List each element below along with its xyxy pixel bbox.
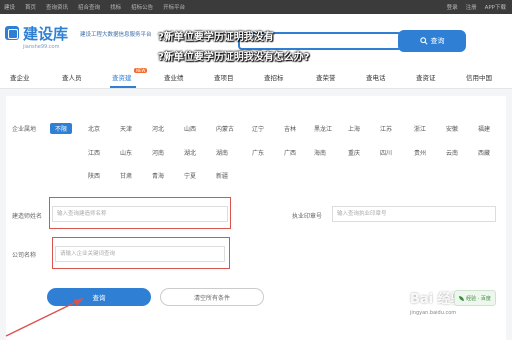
top-bar-right: 登录 注册 APP下载 [447,3,506,11]
region-option[interactable]: 重庆 [348,148,360,157]
constructor-name-label: 建造师姓名 [12,213,43,220]
query-button[interactable]: 查询 [47,288,151,306]
region-option[interactable]: 陕西 [88,171,100,180]
region-option[interactable]: 上海 [348,124,360,133]
region-option[interactable]: 山东 [120,148,132,157]
tab-company[interactable]: 查企业 [10,72,30,82]
login-link[interactable]: 登录 [447,3,458,11]
region-option[interactable]: 河南 [152,148,164,157]
top-nav-item[interactable]: 开标平台 [163,3,185,11]
region-option[interactable]: 湖南 [216,148,228,157]
region-option[interactable]: 北京 [88,124,100,133]
search-icon [419,37,428,45]
region-option[interactable]: 新疆 [216,171,228,180]
seal-number-input[interactable]: 输入查询执业印章号 [332,206,496,222]
top-nav-item[interactable]: 招标公告 [131,3,153,11]
tab-performance[interactable]: 查业绩 [164,72,184,82]
watermark-badge-label: 经验 · 百度 [466,295,491,302]
tab-tender[interactable]: 查招标 [264,72,284,82]
region-option[interactable]: 海南 [314,148,326,157]
clear-conditions-button[interactable]: 清空所有条件 [160,288,264,306]
region-option[interactable]: 浙江 [414,124,426,133]
top-nav-item[interactable]: 首页 [25,3,36,11]
top-nav: 建设 首页 查询资讯 招合查询 找标 招标公告 开标平台 [4,3,185,11]
highlight-box [52,237,230,269]
region-option[interactable]: 宁夏 [184,171,196,180]
region-option[interactable]: 山西 [184,124,196,133]
watermark-badge: 经验 · 百度 [454,290,496,306]
region-option[interactable]: 不限 [50,123,73,134]
active-tab-indicator [110,86,136,88]
region-option[interactable]: 福建 [478,124,490,133]
seal-number-label: 执业印章号 [292,213,323,220]
region-option[interactable]: 天津 [120,124,132,133]
watermark: Bai 经验 经验 · 百度 jingyan.baidu.com [396,286,508,322]
tab-constructor[interactable]: 查资建 [112,72,132,82]
logo-subtitle: jianshe99.com [23,44,60,50]
region-option[interactable]: 内蒙古 [216,124,234,133]
register-link[interactable]: 注册 [466,3,477,11]
tab-credit-china[interactable]: 信用中国 [466,72,492,82]
tab-personnel[interactable]: 查人员 [62,72,82,82]
region-option[interactable]: 广东 [252,148,264,157]
region-label: 企业属地 [12,126,37,133]
logo-text: 建设库 [23,25,69,43]
watermark-url: jingyan.baidu.com [410,310,457,316]
tab-certificate[interactable]: 查资证 [416,72,436,82]
region-option[interactable]: 西藏 [478,148,490,157]
tab-project[interactable]: 查项目 [214,72,234,82]
company-name-label: 公司名称 [12,252,37,259]
header-search-label: 查询 [430,37,445,45]
region-option[interactable]: 江西 [88,148,100,157]
region-option[interactable]: 河北 [152,124,164,133]
highlight-box [49,197,231,229]
top-nav-item[interactable]: 招合查询 [78,3,100,11]
region-option[interactable]: 黑龙江 [314,124,332,133]
top-nav-item[interactable]: 建设 [4,3,15,11]
header-search-button[interactable]: 查询 [398,30,466,52]
tab-phone[interactable]: 查电话 [366,72,386,82]
new-badge: NEW [134,68,148,73]
top-nav-item[interactable]: 找标 [110,3,121,11]
region-option[interactable]: 青海 [152,171,164,180]
category-nav: 查企业 查人员 查资建 NEW 查业绩 查项目 查招标 查荣誉 查电话 查资证 … [0,66,512,89]
tab-honor[interactable]: 查荣誉 [316,72,336,82]
logo[interactable]: 建设库 jianshe99.com [5,22,125,54]
region-option[interactable]: 广西 [284,148,296,157]
region-option[interactable]: 吉林 [284,124,296,133]
region-option[interactable]: 辽宁 [252,124,264,133]
logo-icon [5,26,19,40]
leaf-icon [459,295,465,301]
region-option[interactable]: 江苏 [380,124,392,133]
region-option[interactable]: 湖北 [184,148,196,157]
region-option[interactable]: 云南 [446,148,458,157]
region-option[interactable]: 甘肃 [120,171,132,180]
top-bar: 建设 首页 查询资讯 招合查询 找标 招标公告 开标平台 登录 注册 APP下载 [0,0,512,14]
app-download-link[interactable]: APP下载 [485,3,506,11]
overlay-title-line1: ?新单位要学历证明我没有 [158,32,274,43]
region-option[interactable]: 安徽 [446,124,458,133]
region-option[interactable]: 贵州 [414,148,426,157]
overlay-title-line2: ?新单位要学历证明我没有怎么办? [158,52,310,63]
top-nav-item[interactable]: 查询资讯 [46,3,68,11]
slogan: 建设工程大数据信息服务平台 [80,32,152,38]
region-option[interactable]: 四川 [380,148,392,157]
